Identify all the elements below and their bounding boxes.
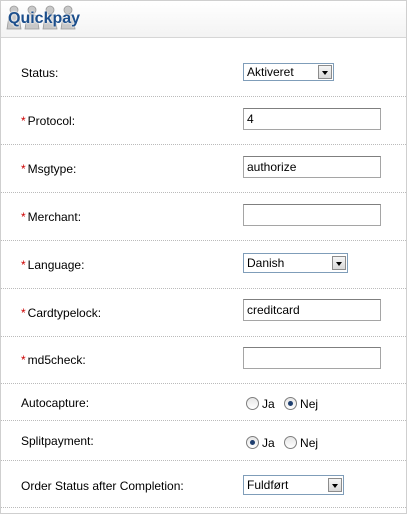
- status-label: Status:: [21, 66, 59, 80]
- status-select[interactable]: Aktiveret: [243, 63, 334, 81]
- chevron-down-icon: [328, 478, 342, 492]
- autocapture-ja-option[interactable]: Ja: [246, 396, 275, 411]
- required-marker: *: [21, 306, 26, 320]
- language-select[interactable]: Danish: [243, 253, 348, 273]
- autocapture-row: Autocapture: Ja Nej: [1, 384, 406, 421]
- protocol-row: * Protocol: 4: [1, 97, 406, 145]
- required-marker: *: [21, 114, 26, 128]
- radio-selected-icon[interactable]: [284, 397, 298, 411]
- autocapture-nej-option[interactable]: Nej: [284, 396, 318, 411]
- cardtypelock-label: * Cardtypelock:: [21, 306, 102, 320]
- required-marker: *: [21, 162, 26, 176]
- msgtype-input[interactable]: authorize: [243, 156, 381, 178]
- order-status-select[interactable]: Fuldført: [243, 475, 344, 495]
- md5check-label: * md5check:: [21, 353, 86, 367]
- required-marker: *: [21, 353, 26, 367]
- md5check-input[interactable]: [243, 347, 381, 369]
- order-status-select-value: Fuldført: [247, 478, 289, 492]
- language-select-value: Danish: [247, 256, 285, 270]
- required-marker: *: [21, 258, 26, 272]
- radio-selected-icon[interactable]: [246, 436, 259, 450]
- cardtypelock-row: * Cardtypelock: creditcard: [1, 289, 406, 337]
- chevron-down-icon: [332, 256, 346, 270]
- radio-off-icon[interactable]: [284, 436, 298, 450]
- splitpayment-nej-option[interactable]: Nej: [284, 435, 318, 450]
- required-marker: *: [21, 210, 26, 224]
- radio-off-icon[interactable]: [246, 397, 259, 411]
- merchant-input[interactable]: [243, 204, 381, 226]
- language-row: * Language: Danish: [1, 241, 406, 289]
- status-row: Status: Aktiveret: [1, 49, 406, 97]
- msgtype-label: * Msgtype:: [21, 162, 77, 176]
- language-label: * Language:: [21, 258, 85, 272]
- chevron-down-icon: [318, 65, 332, 79]
- protocol-input[interactable]: 4: [243, 108, 381, 130]
- autocapture-label: Autocapture:: [21, 396, 90, 410]
- panel-header: Quickpay: [1, 1, 406, 38]
- cardtypelock-input[interactable]: creditcard: [243, 299, 381, 321]
- order-status-row: Order Status after Completion: Fuldført: [1, 461, 406, 508]
- merchant-label: * Merchant:: [21, 210, 82, 224]
- md5check-row: * md5check:: [1, 337, 406, 384]
- splitpayment-radio-group: Ja Nej: [246, 435, 324, 450]
- order-status-label: Order Status after Completion:: [21, 479, 184, 493]
- splitpayment-row: Splitpayment: Ja Nej: [1, 421, 406, 461]
- msgtype-row: * Msgtype: authorize: [1, 145, 406, 193]
- panel-title: Quickpay: [8, 10, 81, 27]
- merchant-row: * Merchant:: [1, 193, 406, 241]
- splitpayment-ja-option[interactable]: Ja: [246, 435, 275, 450]
- protocol-label: * Protocol:: [21, 114, 76, 128]
- quickpay-panel: Quickpay Status: Aktiveret * Protocol: 4 …: [0, 0, 407, 514]
- autocapture-radio-group: Ja Nej: [246, 396, 324, 411]
- status-select-value: Aktiveret: [247, 65, 294, 79]
- splitpayment-label: Splitpayment:: [21, 434, 94, 448]
